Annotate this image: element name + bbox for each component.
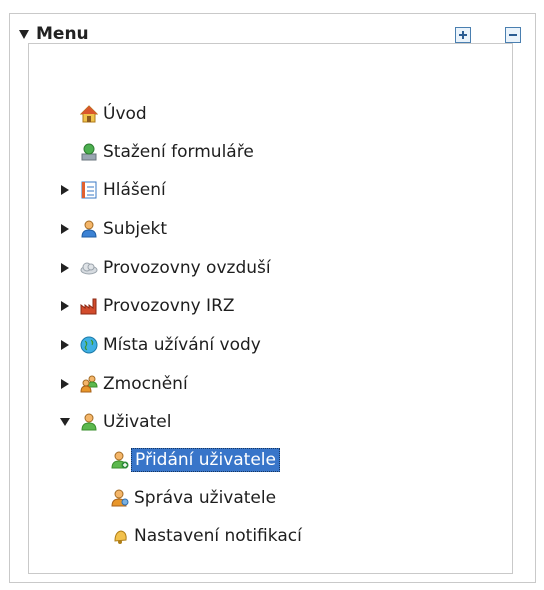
- collapse-arrow-icon[interactable]: [60, 418, 70, 426]
- tree-item-label: Místa užívání vody: [103, 335, 261, 355]
- collapse-all-button[interactable]: [505, 27, 521, 43]
- user-manage-icon: [111, 489, 129, 507]
- users-icon: [80, 375, 98, 393]
- tree-item-label: Hlášení: [103, 180, 166, 200]
- menu-panel: Menu Úvod Stažení formuláře Hlášení Subj…: [9, 13, 536, 583]
- tree-item-label: Uživatel: [103, 412, 172, 432]
- expand-all-button[interactable]: [455, 27, 471, 43]
- tree-item-label: Úvod: [103, 104, 147, 124]
- globe-icon: [80, 336, 98, 354]
- person-icon: [81, 220, 97, 238]
- expand-arrow-icon[interactable]: [61, 301, 69, 311]
- tree-item-label: Provozovny IRZ: [103, 296, 235, 316]
- menu-tree: Úvod Stažení formuláře Hlášení Subjekt P…: [28, 43, 513, 574]
- expand-arrow-icon[interactable]: [61, 379, 69, 389]
- report-icon: [81, 181, 97, 199]
- tree-item-label: Zmocnění: [103, 374, 188, 394]
- tree-item-label: Nastavení notifikací: [134, 526, 302, 546]
- expand-arrow-icon[interactable]: [61, 263, 69, 273]
- expand-arrow-icon[interactable]: [61, 224, 69, 234]
- user-icon: [81, 413, 97, 431]
- tree-item-label-selected: Přidání uživatele: [131, 448, 280, 472]
- user-add-icon: [111, 451, 129, 469]
- tree-item-label: Stažení formuláře: [103, 142, 254, 162]
- factory-icon: [80, 298, 97, 315]
- tree-item-label: Správa uživatele: [134, 488, 277, 508]
- minus-icon: [509, 34, 517, 36]
- tree-item-label: Provozovny ovzduší: [103, 258, 271, 278]
- expand-arrow-icon[interactable]: [61, 340, 69, 350]
- download-icon: [81, 143, 97, 161]
- cloud-icon: [80, 262, 98, 275]
- tree-item-label: Subjekt: [103, 219, 168, 239]
- expand-arrow-icon[interactable]: [61, 185, 69, 195]
- bell-icon: [114, 530, 127, 544]
- panel-collapse-arrow-icon[interactable]: [19, 30, 29, 39]
- home-icon: [80, 105, 98, 123]
- menu-title: Menu: [36, 24, 89, 44]
